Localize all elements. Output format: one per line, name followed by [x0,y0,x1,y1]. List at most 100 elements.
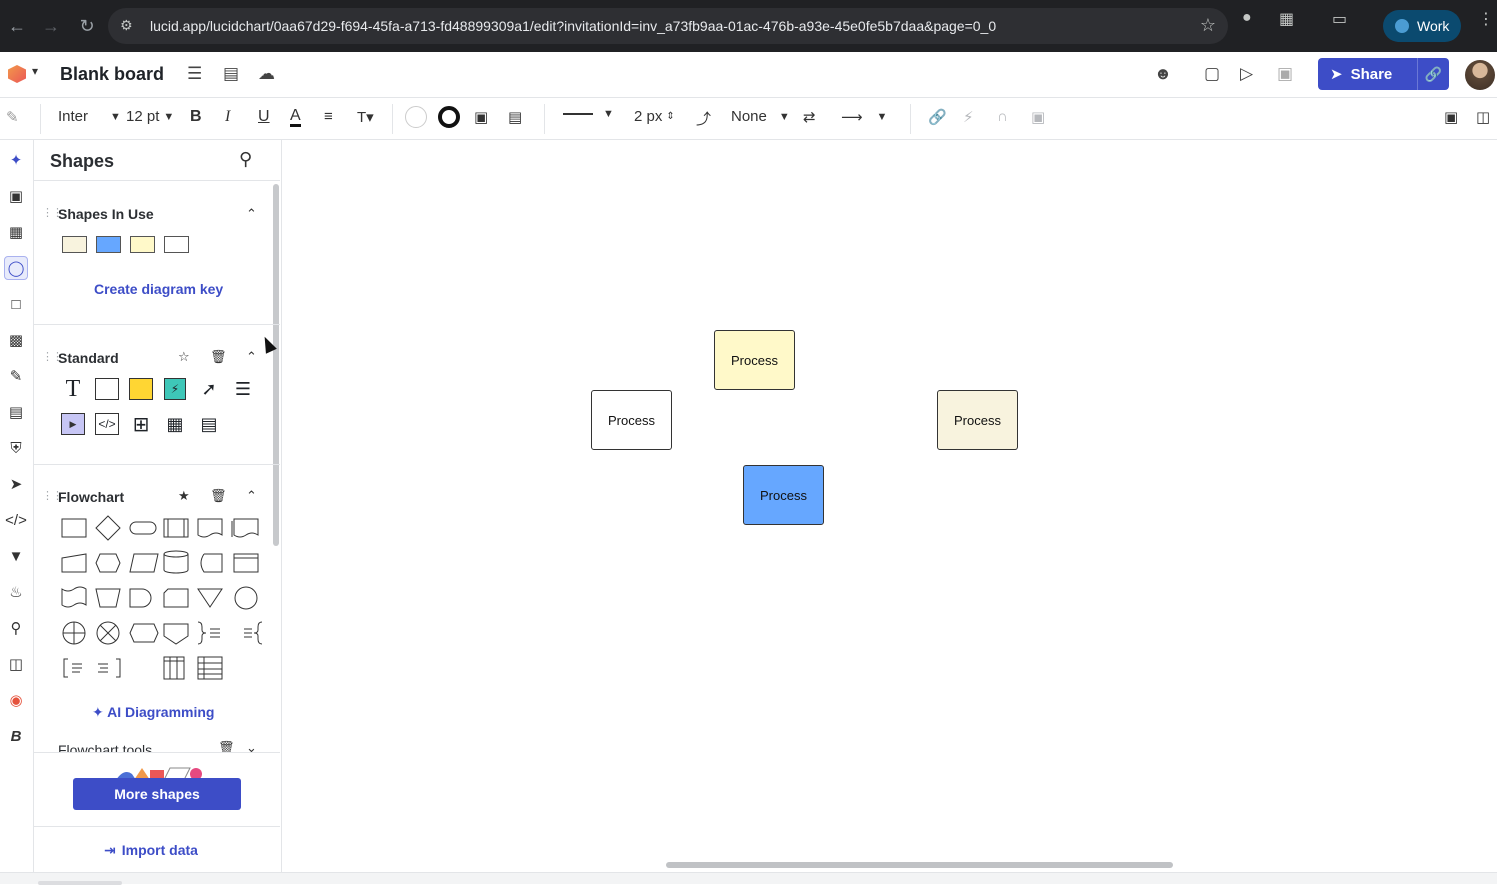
search-icon[interactable]: ⚲ [239,149,252,170]
shape-in-use-white[interactable] [164,236,189,253]
profile-button[interactable]: Work [1383,10,1461,42]
magnet-icon[interactable]: ∩ [997,108,1008,125]
more-shapes-button[interactable]: More shapes [73,778,241,810]
create-diagram-key-link[interactable]: Create diagram key [94,281,223,297]
italic-button[interactable]: I [225,108,230,126]
table-shape-icon[interactable]: ▦ [162,411,188,437]
text-options-icon[interactable]: T▾ [357,108,374,126]
list-shape-icon[interactable]: ☰ [230,376,256,402]
shape-in-use-blue[interactable] [96,236,121,253]
format-painter-icon[interactable]: ✎ [6,108,19,126]
flowchart-shapes-grid[interactable] [58,512,264,682]
code-icon[interactable]: </> [4,508,28,532]
tab-search-icon[interactable]: ▭ [1332,9,1347,29]
site-settings-icon[interactable]: ⚙ [120,17,133,34]
align-icon[interactable]: ≡ [324,108,333,125]
data-icon[interactable]: ▩ [4,328,28,352]
line-width-stepper[interactable]: 2 px ⇕ [634,108,675,125]
font-family-select[interactable]: Inter ▼ [58,108,121,125]
menu-icon[interactable]: ☰ [187,64,202,84]
bold-button[interactable]: B [190,108,202,126]
import-data-link[interactable]: ⇥ Import data [104,842,198,859]
fill-color-button[interactable] [405,106,427,128]
share-link-icon[interactable]: 🔗 [1417,58,1449,90]
chevron-up-icon[interactable]: ⌃ [246,206,257,222]
chevron-down-icon[interactable]: ▾ [32,64,38,78]
canvas-horizontal-scrollbar[interactable] [666,862,1173,868]
process-shape[interactable]: Process [937,390,1018,450]
swap-arrows-icon[interactable]: ⇄ [803,108,816,126]
card-shape-icon[interactable]: ▤ [196,411,222,437]
action-icon[interactable]: ⚡ [963,108,974,126]
process-shape[interactable]: Process [591,390,672,450]
arrow-end-select[interactable]: ⟶ ▼ [841,108,887,126]
shape-in-use-yellow[interactable] [130,236,155,253]
browser-menu-icon[interactable]: ⋮ [1478,9,1494,29]
text-color-button[interactable]: A [290,108,301,127]
shape-options-icon[interactable]: ▣ [474,108,488,126]
right-panel-toggle-icon[interactable]: ◫ [1476,108,1490,126]
sticky-note-shape-icon[interactable] [128,376,154,402]
gift-icon[interactable]: ▤ [223,64,239,84]
ai-diagramming-link[interactable]: ✦ AI Diagramming [92,704,214,721]
endpoint-select[interactable]: None ▼ [731,108,790,125]
collaborators-icon[interactable]: ☻ [1154,64,1172,84]
integration-icon[interactable]: ◫ [4,652,28,676]
embed-video-shape-icon[interactable]: ▶ [60,411,86,437]
document-title[interactable]: Blank board [60,64,164,85]
avatar[interactable] [1465,60,1495,90]
terraform-icon[interactable]: ▼ [4,544,28,568]
frame-shape-icon[interactable]: ⊞ [128,411,154,437]
lock-icon[interactable]: ▣ [1031,108,1045,126]
chevron-up-icon[interactable]: ⌃ [246,349,257,365]
page-layout-icon[interactable]: ▣ [1444,108,1458,126]
ai-sparkle-icon[interactable]: ✦ [4,148,28,172]
shape-in-use-cream[interactable] [62,236,87,253]
line-style-select[interactable]: ▼ [563,108,614,120]
star-outline-icon[interactable]: ☆ [178,349,190,365]
lucid-logo-icon[interactable] [8,65,26,83]
draw-icon[interactable]: ✎ [4,364,28,388]
shapes-library-icon[interactable]: ▦ [4,220,28,244]
trash-icon[interactable]: 🗑 [218,740,235,752]
style-icon[interactable]: ▤ [508,108,522,126]
panel-scrollbar[interactable] [273,184,279,546]
underline-button[interactable]: U [258,108,270,126]
text-shape-icon[interactable]: T [60,376,86,402]
image-icon[interactable]: ▤ [4,400,28,424]
diagram-canvas[interactable]: Process Process Process Process [282,140,1497,872]
rocket-icon[interactable]: ➤ [4,472,28,496]
line-shape-icon[interactable]: ⤴ [696,108,711,129]
back-icon[interactable]: ← [0,9,34,43]
rectangle-shape-icon[interactable] [94,376,120,402]
video-call-icon[interactable]: ▣ [1277,64,1293,84]
bookmark-star-icon[interactable]: ☆ [1200,15,1216,36]
star-filled-icon[interactable]: ★ [178,488,190,504]
bootstrap-icon[interactable]: B [4,724,28,748]
templates-icon[interactable]: ▣ [4,184,28,208]
figma-icon[interactable]: ◉ [4,688,28,712]
password-manager-icon[interactable]: ● [1242,9,1252,27]
line-shape-icon[interactable]: ➚ [196,376,222,402]
present-icon[interactable]: ▷ [1240,64,1253,84]
search-shapes-icon[interactable]: ⚲ [4,616,28,640]
line-color-button[interactable] [438,106,460,128]
comments-icon[interactable]: ▢ [1204,64,1220,84]
frames-icon[interactable]: □ [4,292,28,316]
process-shape[interactable]: Process [743,465,824,525]
process-shape[interactable]: Process [714,330,795,390]
trash-icon[interactable]: 🗑 [210,349,227,365]
chevron-down-icon[interactable]: ⌄ [246,740,257,752]
code-block-shape-icon[interactable]: </> [94,411,120,437]
reload-icon[interactable]: ↻ [70,9,104,43]
forward-icon[interactable]: → [34,9,68,43]
font-size-select[interactable]: 12 pt ▼ [126,108,174,125]
shapes-icon[interactable]: ◯ [4,256,28,280]
database-icon[interactable]: ⛨ [4,436,28,460]
plugin-icon[interactable]: ♨ [4,580,28,604]
action-shape-icon[interactable]: ⚡ [162,376,188,402]
share-button[interactable]: ➤ Share 🔗 [1318,58,1449,90]
address-bar[interactable]: ⚙ lucid.app/lucidchart/0aa67d29-f694-45f… [108,8,1228,44]
page-tab[interactable] [38,881,122,885]
link-icon[interactable]: 🔗 [928,108,947,126]
